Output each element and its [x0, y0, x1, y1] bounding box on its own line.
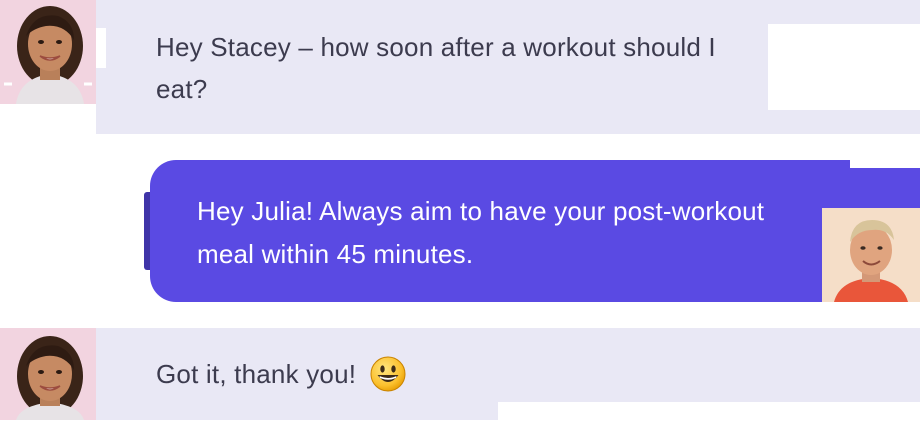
julia-avatar[interactable]: [0, 328, 96, 420]
background-gap: [768, 24, 920, 110]
message-text: Got it, thank you!: [156, 359, 357, 389]
message-text: Hey Stacey – how soon after a workout sh…: [156, 32, 716, 104]
message-text: Hey Julia! Always aim to have your post-…: [197, 196, 765, 269]
message-content: Got it, thank you!: [156, 353, 406, 395]
avatar-photo: [822, 208, 920, 302]
julia-avatar[interactable]: [0, 0, 96, 104]
avatar-photo: [0, 0, 96, 104]
stacey-avatar[interactable]: [822, 208, 920, 302]
message-tail: [96, 28, 106, 68]
background-gap: [498, 402, 920, 420]
grinning-face-emoji: [370, 356, 406, 392]
avatar-photo: [0, 328, 96, 420]
